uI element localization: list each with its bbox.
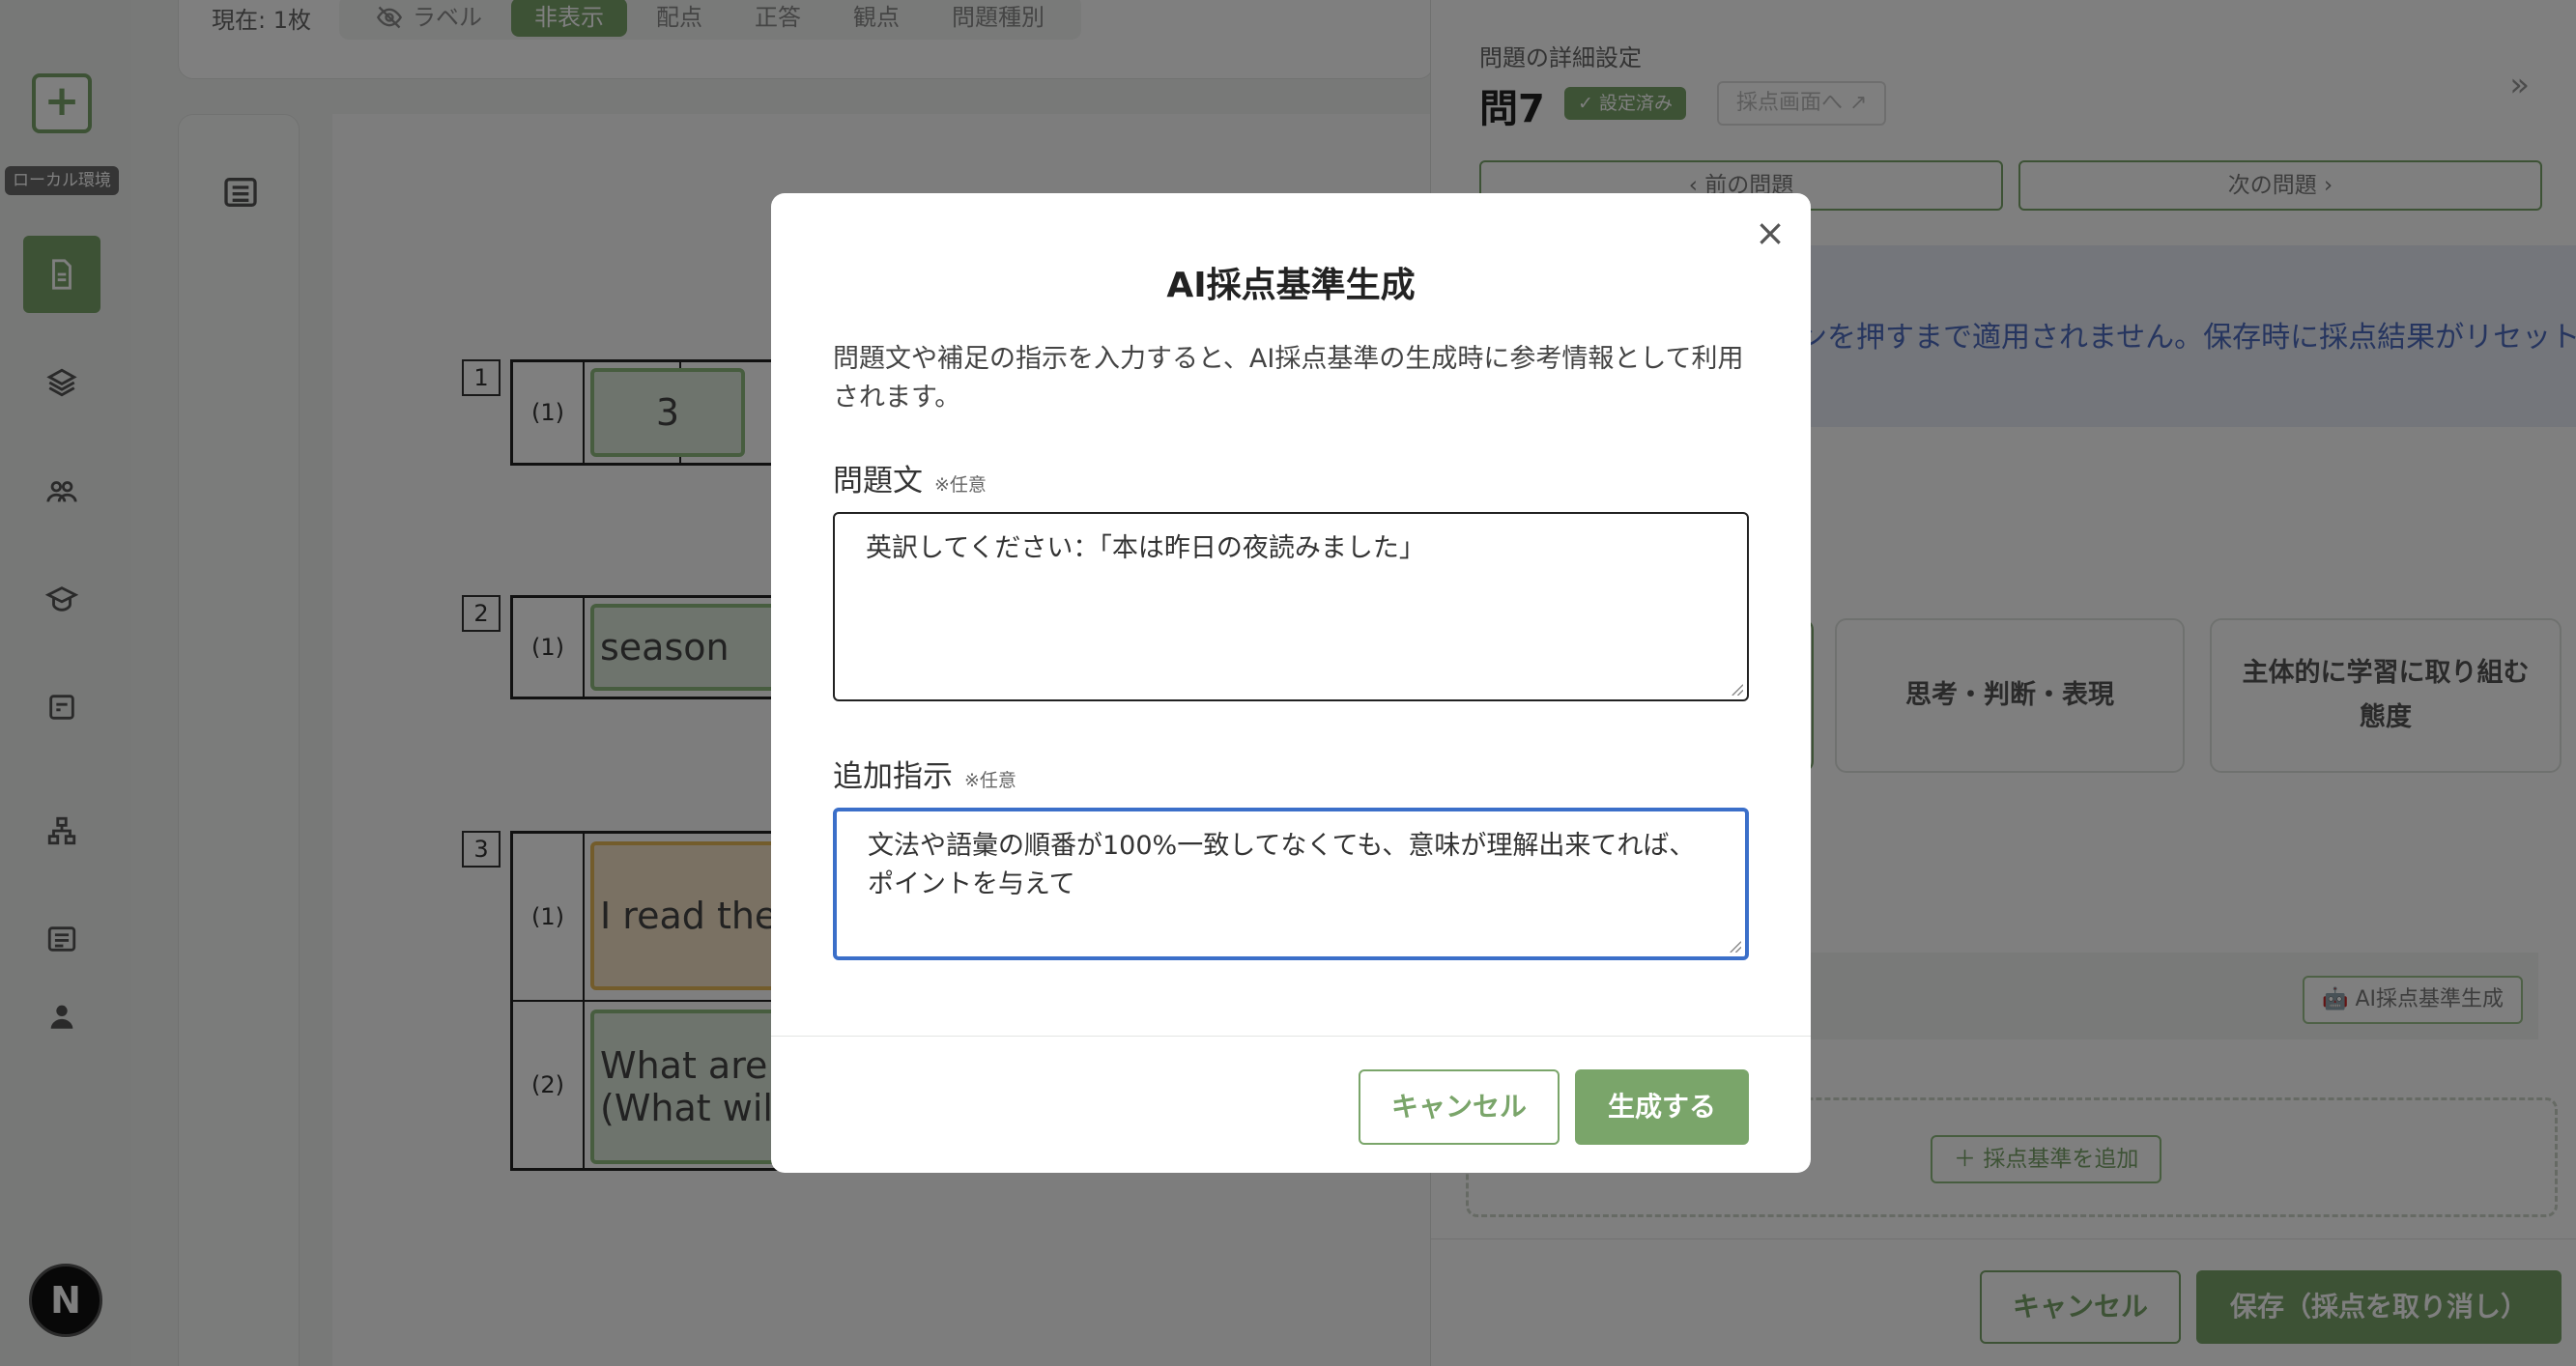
resize-grip-icon[interactable] <box>1730 682 1743 696</box>
optional-note: ※任意 <box>934 474 987 496</box>
extra-instruction-input[interactable]: 文法や語彙の順番が100%一致してなくても、意味が理解出来てれば、ポイントを与え… <box>833 808 1749 960</box>
question-text-input[interactable]: 英訳してください：「本は昨日の夜読みました」 <box>833 512 1749 701</box>
question-text-label-text: 問題文 <box>833 464 923 498</box>
question-text-label: 問題文 ※任意 <box>833 456 987 499</box>
extra-instruction-label-text: 追加指示 <box>833 759 953 794</box>
generate-button[interactable]: 生成する <box>1575 1069 1749 1145</box>
ai-criteria-dialog: × AI採点基準生成 問題文や補足の指示を入力すると、AI採点基準の生成時に参考… <box>771 193 1811 1173</box>
optional-note: ※任意 <box>964 770 1016 791</box>
dialog-title: AI採点基準生成 <box>1166 266 1416 305</box>
cancel-button[interactable]: キャンセル <box>1359 1069 1560 1145</box>
extra-instruction-label: 追加指示 ※任意 <box>833 752 1016 795</box>
dialog-description: 問題文や補足の指示を入力すると、AI採点基準の生成時に参考情報として利用されます… <box>833 344 1744 413</box>
question-text-value: 英訳してください：「本は昨日の夜読みました」 <box>866 533 1425 563</box>
resize-grip-icon[interactable] <box>1728 939 1741 953</box>
close-icon[interactable]: × <box>1755 214 1786 251</box>
extra-instruction-value: 文法や語彙の順番が100%一致してなくても、意味が理解出来てれば、ポイントを与え… <box>868 831 1696 899</box>
dialog-footer: キャンセル 生成する <box>771 1036 1811 1173</box>
